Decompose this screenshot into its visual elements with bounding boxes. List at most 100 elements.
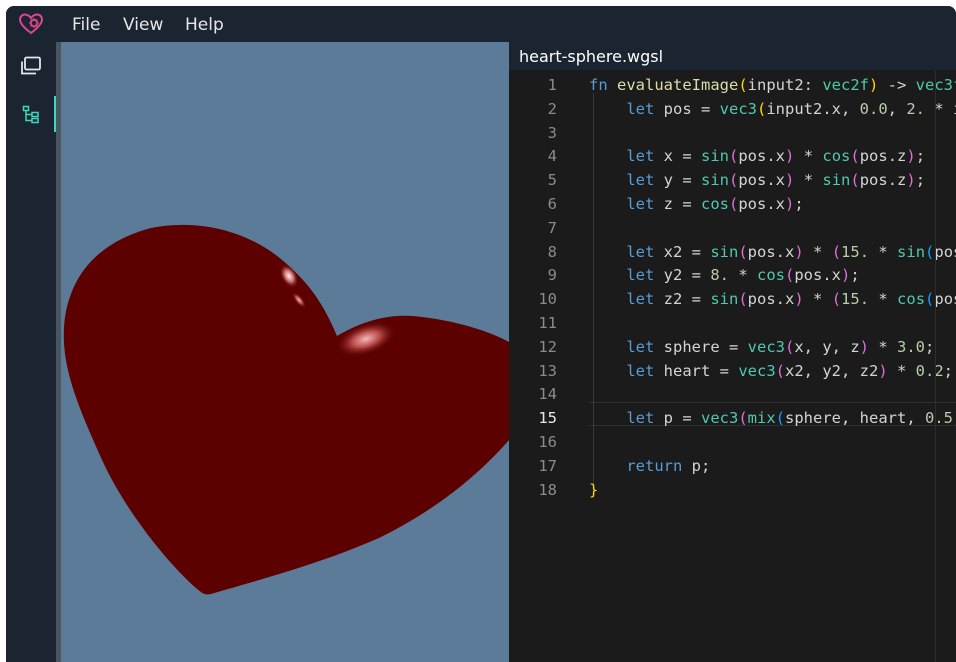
code-token: * [803,242,832,261]
code-token: * [729,266,757,285]
code-area[interactable]: 1fn evaluateImage(input2: vec2f) -> vec3… [509,70,956,662]
line-number: 16 [538,433,557,451]
code-token: input2.x, [766,99,860,118]
code-token: ( [831,242,842,261]
code-token: z2 = [654,290,711,309]
code-token: vec3 [747,337,785,356]
line-number: 15 [538,409,557,428]
code-token: ; [925,337,935,356]
code-token: ) [906,147,916,166]
code-token: pos = [654,99,720,118]
line-number: 1 [547,76,557,94]
code-token: let [626,409,655,428]
code-token: * [869,242,898,261]
line-number: 11 [538,314,557,332]
code-token: ( [729,147,739,166]
code-token: ( [775,361,785,380]
code-token: ; [850,266,860,285]
scene-tree-button[interactable] [6,96,56,132]
code-line: let x = sin(pos.x) * cos(pos.z); [589,147,925,165]
menu-file[interactable]: File [72,15,100,35]
code-editor[interactable]: heart-sphere.wgsl 1 fn evaluateImage(inpu… [509,42,956,662]
code-token: ; [915,147,926,166]
code-token: evaluateImage [617,76,739,94]
code-token: ) [859,337,869,356]
code-token: 0.5 [925,409,953,428]
code-token: let [626,337,655,356]
code-token: * [869,290,898,309]
code-token: sphere = [654,337,748,356]
code-token: vec3 [738,361,776,380]
code-token: 3.0 [897,337,925,356]
render-viewport[interactable] [61,42,509,662]
code-line: } [589,481,598,499]
code-token: vec3 [701,409,739,428]
line-number: 6 [547,195,557,213]
code-line: let pos = vec3(input2.x, 0.0, 2. * input… [589,100,956,118]
code-token: ( [925,242,935,261]
code-token: ( [738,76,748,94]
code-token: y = [654,171,701,190]
tree-structure-icon [22,105,39,124]
code-token: let [626,147,655,166]
line-number: 9 [547,266,557,285]
code-token: ( [784,337,795,356]
code-token: pos.z [859,171,907,190]
code-token: ( [738,290,748,309]
code-token: ( [729,195,739,213]
code-token: ) [785,171,795,190]
menu-help[interactable]: Help [185,15,224,35]
code-token: 0.2 [915,361,944,380]
code-token: x, y, z [794,337,860,356]
code-token: ( [831,290,842,309]
code-token: 0.0 [859,99,888,118]
code-line: let sphere = vec3(x, y, z) * 3.0; [589,338,934,356]
code-token: sin [710,290,739,309]
code-line: let y2 = 8. * cos(pos.x); [589,266,860,285]
code-token: pos.x [738,147,786,166]
code-token: pos.x [747,290,795,309]
code-token: ) [869,76,879,94]
app-window: File View Help heart-sphere.wgsl 1 fn ev… [6,6,956,662]
code-token: * input2.y [934,99,956,118]
code-token: , [887,99,907,118]
code-token: sin [822,171,851,190]
code-token: ( [925,290,935,309]
line-number: 5 [547,171,557,190]
editor-tab[interactable]: heart-sphere.wgsl [509,42,956,70]
code-token: let [626,99,655,118]
code-token: ; [794,195,804,213]
line-number: 10 [538,290,557,309]
code-line: let x2 = sin(pos.x) * (15. * sin(pos.z) … [589,243,956,261]
code-token: sin [701,171,729,190]
windows-stack-icon [21,56,41,75]
code-token: * [794,147,823,166]
editor-scrollbar-track[interactable] [935,70,936,662]
code-token: * [803,290,832,309]
code-token: fn [589,76,617,94]
line-number: 3 [547,123,557,142]
code-line: let p = vec3(mix(sphere, heart, 0.5)); [589,409,956,427]
code-token: return [626,456,683,475]
menu-view[interactable]: View [123,15,163,35]
code-line: let z = cos(pos.x); [589,195,804,213]
windows-button[interactable] [6,48,56,84]
code-token: sin [710,242,739,261]
code-token: vec2f [822,76,869,94]
activity-bar [6,42,56,662]
line-number: 18 [538,480,557,499]
code-token: x2 = [654,242,711,261]
code-token: cos [757,266,785,285]
code-line: let z2 = sin(pos.x) * (15. * cos(pos.z) … [589,290,956,308]
code-token: 2. [906,99,925,118]
line-number: 13 [538,361,557,380]
code-token: pos.x [738,171,786,190]
code-token: input2: [747,76,823,94]
code-token: ) [878,361,888,380]
